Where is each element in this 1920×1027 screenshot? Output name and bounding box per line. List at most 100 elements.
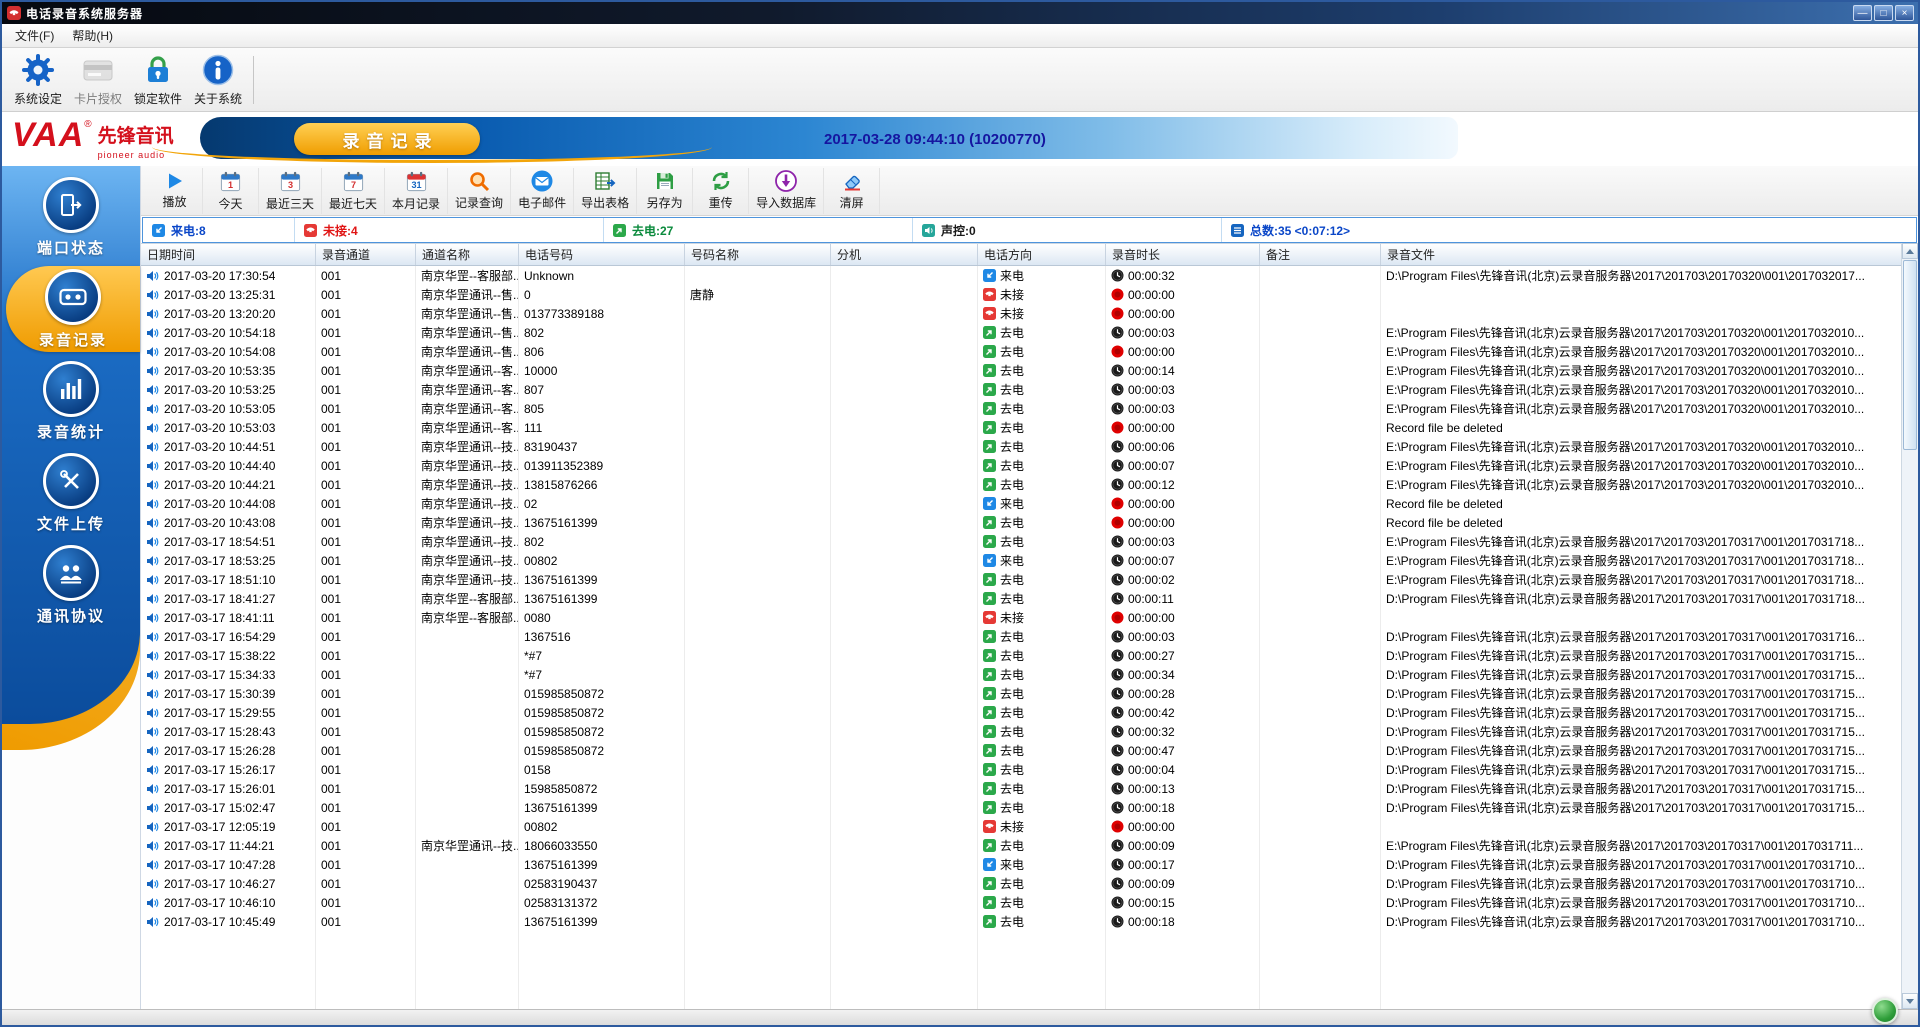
duration-clock-icon	[1111, 782, 1124, 795]
vertical-scrollbar[interactable]	[1901, 243, 1918, 1009]
column-header-phone-number[interactable]: 电话号码	[519, 244, 685, 265]
column-header-note[interactable]: 备注	[1260, 244, 1381, 265]
table-row[interactable]: 2017-03-17 18:54:51 001 南京华罡通讯--技... 802 去电 0…	[141, 532, 1901, 551]
table-row[interactable]: 2017-03-20 10:54:18 001 南京华罡通讯--售... 802 去电 0…	[141, 323, 1901, 342]
cell-direction: 未接	[978, 608, 1106, 627]
table-row[interactable]: 2017-03-17 18:41:11 001 南京华罡--客服部... 0080 未接…	[141, 608, 1901, 627]
table-row[interactable]: 2017-03-20 17:30:54 001 南京华罡--客服部... Unknow…	[141, 266, 1901, 285]
table-row[interactable]: 2017-03-17 15:30:39 001 015985850872 去电 00:0…	[141, 684, 1901, 703]
column-header-direction[interactable]: 电话方向	[978, 244, 1106, 265]
toolbar-button-lock-software[interactable]: 锁定软件	[128, 51, 188, 109]
table-row[interactable]: 2017-03-17 12:05:19 001 00802 未接 00:00:00	[141, 817, 1901, 836]
action-button-last-3-days[interactable]: 3 最近三天	[259, 167, 323, 214]
table-row[interactable]: 2017-03-17 15:26:17 001 0158 去电 00:00:04 D:\P…	[141, 760, 1901, 779]
action-button-clear-screen[interactable]: 清屏	[824, 167, 881, 214]
scroll-thumb[interactable]	[1903, 260, 1917, 450]
toolbar-button-about-system[interactable]: 关于系统	[188, 51, 248, 109]
svg-text:31: 31	[411, 180, 421, 190]
cell-direction: 去电	[978, 665, 1106, 684]
table-row[interactable]: 2017-03-17 15:29:55 001 015985850872 去电 00:0…	[141, 703, 1901, 722]
table-row[interactable]: 2017-03-20 10:53:05 001 南京华罡通讯--客... 805 去电 0…	[141, 399, 1901, 418]
table-row[interactable]: 2017-03-20 13:20:20 001 南京华罡通讯--售... 013773…	[141, 304, 1901, 323]
menu-help[interactable]: 帮助(H)	[63, 24, 122, 47]
action-button-month-records[interactable]: 31 本月记录	[385, 167, 449, 214]
sidebar-item-recording-stats[interactable]: 录音统计	[2, 358, 140, 444]
cell-datetime: 2017-03-20 10:44:08	[141, 494, 316, 513]
table-row[interactable]: 2017-03-20 10:53:35 001 南京华罡通讯--客... 10000 去…	[141, 361, 1901, 380]
cell-channel: 001	[316, 608, 416, 627]
sidebar-item-recording-records[interactable]: 录音记录	[6, 266, 140, 352]
cell-phone-number: 13815876266	[519, 475, 685, 494]
table-row[interactable]: 2017-03-17 11:44:21 001 南京华罡通讯--技... 180660…	[141, 836, 1901, 855]
cell-number-name	[685, 627, 831, 646]
column-header-file[interactable]: 录音文件	[1381, 244, 1901, 265]
speaker-icon	[146, 688, 160, 700]
table-row[interactable]: 2017-03-17 10:47:28 001 13675161399 来电 00:00…	[141, 855, 1901, 874]
table-row[interactable]: 2017-03-20 10:44:40 001 南京华罡通讯--技... 013911…	[141, 456, 1901, 475]
close-button[interactable]: ×	[1895, 5, 1914, 21]
cell-datetime: 2017-03-17 15:34:33	[141, 665, 316, 684]
table-row[interactable]: 2017-03-20 10:44:08 001 南京华罡通讯--技... 02 来电 00…	[141, 494, 1901, 513]
column-header-extension[interactable]: 分机	[831, 244, 978, 265]
content-area: 端口状态 录音记录 录音统计 文件上传 通讯协议 播放 1 今天 3 最近三天 7 最近七天 31 本月…	[2, 166, 1918, 1009]
action-button-save-as[interactable]: 另存为	[637, 167, 694, 214]
speaker-icon	[146, 840, 160, 852]
table-row[interactable]: 2017-03-17 10:46:27 001 02583190437 去电 00:00…	[141, 874, 1901, 893]
action-button-last-7-days[interactable]: 7 最近七天	[322, 167, 386, 214]
sidebar-item-protocol[interactable]: 通讯协议	[2, 542, 140, 628]
table-row[interactable]: 2017-03-17 15:26:01 001 15985850872 去电 00:00…	[141, 779, 1901, 798]
table-row[interactable]: 2017-03-17 18:51:10 001 南京华罡通讯--技... 136751…	[141, 570, 1901, 589]
column-header-datetime[interactable]: 日期时间	[141, 244, 316, 265]
table-row[interactable]: 2017-03-17 15:02:47 001 13675161399 去电 00:00…	[141, 798, 1901, 817]
cell-phone-number: 0158	[519, 760, 685, 779]
table-row[interactable]: 2017-03-20 10:53:03 001 南京华罡通讯--客... 111 去电 0…	[141, 418, 1901, 437]
sidebar-item-port-status[interactable]: 端口状态	[2, 174, 140, 260]
table-row[interactable]: 2017-03-20 10:53:25 001 南京华罡通讯--客... 807 去电 0…	[141, 380, 1901, 399]
tab-recording-records[interactable]: 录音记录	[294, 123, 480, 155]
action-button-record-query[interactable]: 记录查询	[448, 167, 512, 214]
calendar-month-icon: 31	[405, 170, 428, 193]
table-row[interactable]: 2017-03-20 10:44:21 001 南京华罡通讯--技... 138158…	[141, 475, 1901, 494]
action-button-import-database[interactable]: 导入数据库	[749, 167, 825, 214]
minimize-button[interactable]: —	[1853, 5, 1872, 21]
column-header-duration[interactable]: 录音时长	[1106, 244, 1260, 265]
table-row[interactable]: 2017-03-17 15:38:22 001 *#7 去电 00:00:27 D:\Pr…	[141, 646, 1901, 665]
table-row[interactable]: 2017-03-20 10:54:08 001 南京华罡通讯--售... 806 去电 0…	[141, 342, 1901, 361]
action-button-play[interactable]: 播放	[147, 167, 203, 214]
action-button-today[interactable]: 1 今天	[203, 167, 259, 214]
maximize-button[interactable]: □	[1874, 5, 1893, 21]
table-row[interactable]: 2017-03-17 15:28:43 001 015985850872 去电 00:0…	[141, 722, 1901, 741]
menu-file[interactable]: 文件(F)	[6, 24, 63, 47]
table-row[interactable]: 2017-03-17 10:46:10 001 02583131372 去电 00:00…	[141, 893, 1901, 912]
table-row[interactable]: 2017-03-20 10:44:51 001 南京华罡通讯--技... 831904…	[141, 437, 1901, 456]
notification-badge[interactable]	[1872, 998, 1898, 1024]
action-button-email[interactable]: 电子邮件	[511, 167, 575, 214]
cell-file: E:\Program Files\先锋音讯(北京)云录音服务器\2017\201…	[1386, 383, 1865, 397]
cell-channel: 001	[316, 627, 416, 646]
table-row[interactable]: 2017-03-17 16:54:29 001 1367516 去电 00:00:03 D…	[141, 627, 1901, 646]
action-button-retransmit[interactable]: 重传	[693, 167, 750, 214]
menu-bar: 文件(F) 帮助(H)	[2, 24, 1918, 48]
table-row[interactable]: 2017-03-17 18:41:27 001 南京华罡--客服部... 136751…	[141, 589, 1901, 608]
table-row[interactable]: 2017-03-17 15:26:28 001 015985850872 去电 00:0…	[141, 741, 1901, 760]
zero-duration-icon	[1111, 345, 1124, 358]
sidebar-item-file-upload[interactable]: 文件上传	[2, 450, 140, 536]
action-button-export-table[interactable]: 导出表格	[574, 167, 638, 214]
cell-extension	[831, 266, 978, 285]
cell-extension	[831, 380, 978, 399]
scroll-up-button[interactable]	[1902, 243, 1918, 259]
toolbar-button-card-authorization[interactable]: 卡片授权	[68, 51, 128, 109]
cell-number-name	[685, 760, 831, 779]
column-header-channel-name[interactable]: 通道名称	[416, 244, 519, 265]
cell-phone-number: 10000	[519, 361, 685, 380]
table-row[interactable]: 2017-03-17 15:34:33 001 *#7 去电 00:00:34 D:\Pr…	[141, 665, 1901, 684]
table-row[interactable]: 2017-03-17 18:53:25 001 南京华罡通讯--技... 00802 来…	[141, 551, 1901, 570]
scroll-track[interactable]	[1902, 451, 1918, 993]
table-row[interactable]: 2017-03-20 13:25:31 001 南京华罡通讯--售... 0 唐静 未接 0…	[141, 285, 1901, 304]
column-header-number-name[interactable]: 号码名称	[685, 244, 831, 265]
table-row[interactable]: 2017-03-17 10:45:49 001 13675161399 去电 00:00…	[141, 912, 1901, 931]
table-row[interactable]: 2017-03-20 10:43:08 001 南京华罡通讯--技... 136751…	[141, 513, 1901, 532]
column-header-channel[interactable]: 录音通道	[316, 244, 416, 265]
scroll-down-button[interactable]	[1902, 993, 1918, 1009]
toolbar-button-system-settings[interactable]: 系统设定	[8, 51, 68, 109]
